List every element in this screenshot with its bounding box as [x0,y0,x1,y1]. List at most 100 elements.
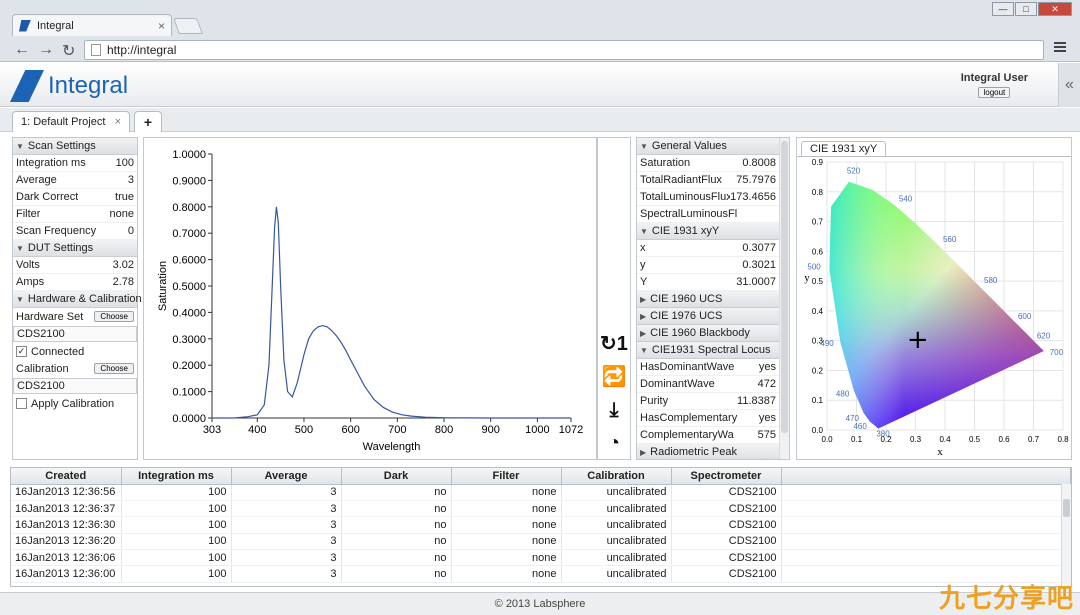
scan-setting-row: Integration ms 100 [13,155,137,172]
footer: © 2013 Labsphere [0,592,1080,615]
scan-setting-value: 100 [115,157,134,169]
table-cell: 3 [231,565,342,583]
tab-cie1931-xyy[interactable]: CIE 1931 xyY [801,141,887,157]
choose-hardware-button[interactable]: Choose [94,311,134,322]
choose-calibration-button[interactable]: Choose [94,363,134,374]
single-scan-icon[interactable]: ↻1 [598,328,630,361]
spectral-locus-value-row: HasDominantWave yes [637,359,779,376]
radiometric-peak-header[interactable]: ▶ Radiometric Peak [637,444,779,459]
table-cell: 16Jan2013 12:36:56 [11,484,122,501]
logout-button[interactable]: logout [978,87,1011,98]
connected-label: Connected [31,345,85,358]
general-value-value: 75.7976 [736,174,776,186]
scan-history-grid: Created Integration ms Average Dark Filter Ca… [10,467,1072,587]
y-tick-label: 0.3 [812,337,824,346]
connected-checkbox-row[interactable]: ✓ Connected [13,343,137,360]
table-row[interactable]: 16Jan2013 12:36:20 100 3 no none uncalibrated… [11,533,1071,551]
wavelength-label: 580 [984,276,998,285]
browser-tab[interactable]: Integral × [12,14,172,36]
download-icon[interactable]: ⤓ [598,394,630,427]
app-header [0,63,1080,107]
general-value-row: Saturation 0.8008 [637,155,779,172]
scan-setting-label: Average [16,174,57,186]
values-scroll-thumb[interactable] [781,141,788,433]
x-tick-label: 303 [203,424,221,436]
table-cell-filler [781,516,1071,534]
general-value-label: TotalRadiantFlux [640,174,722,186]
dut-settings-header[interactable]: ▼ DUT Settings [13,240,137,257]
general-values-list: Saturation 0.8008 TotalRadiantFlux 75.7976 T… [637,155,779,223]
column-header[interactable]: Calibration [561,468,672,485]
table-cell: uncalibrated [561,484,672,501]
scan-settings-header[interactable]: ▼ Scan Settings [13,138,137,155]
minimize-button[interactable]: — [992,2,1014,16]
connected-checkbox[interactable]: ✓ [16,346,27,357]
column-header[interactable]: Dark [341,468,452,485]
wavelength-label: 500 [807,263,821,272]
y-tick-label: 0.7 [812,218,824,227]
add-project-tab-button[interactable]: + [134,111,162,132]
table-row[interactable]: 16Jan2013 12:36:00 100 3 no none uncalibrated… [11,565,1071,583]
table-cell-filler [781,533,1071,551]
address-bar[interactable]: http://integral [84,40,1044,60]
values-scrollbar[interactable] [779,138,789,459]
table-cell: none [451,565,562,583]
close-window-button[interactable]: ✕ [1038,2,1072,16]
table-row[interactable]: 16Jan2013 12:36:37 100 3 no none uncalibrated… [11,500,1071,518]
new-tab-button[interactable] [173,18,203,34]
hardware-calibration-header[interactable]: ▼ Hardware & Calibration [13,291,142,308]
grid-scroll-thumb[interactable] [1063,499,1070,517]
general-values-header[interactable]: ▼ General Values [637,138,779,155]
y-tick-label: 0.3000 [172,334,206,346]
forward-icon[interactable]: → [38,41,54,59]
menu-icon[interactable] [1054,42,1066,54]
x-tick-label: 0.6 [998,435,1010,444]
column-header[interactable]: Average [231,468,342,485]
table-row[interactable]: 16Jan2013 12:36:30 100 3 no none uncalibrated… [11,516,1071,534]
cie1976-ucs-header[interactable]: ▶ CIE 1976 UCS [637,308,779,325]
x-axis-label: Wavelength [363,441,421,453]
table-cell-filler [781,500,1071,518]
cie1931-list: x 0.3077 y 0.3021 Y 31.0007 [637,240,779,291]
scan-setting-label: Dark Correct [16,191,79,203]
y-tick-label: 0.0 [812,426,824,435]
spectral-locus-value-value: yes [758,361,776,373]
column-header[interactable]: Filter [451,468,562,485]
tab-default-project[interactable]: 1: Default Project × [12,111,130,132]
spectral-locus-header[interactable]: ▼ CIE1931 Spectral Locus [637,342,779,359]
close-tab-icon[interactable]: × [158,19,165,33]
continuous-scan-icon[interactable]: 🔁 [598,361,630,394]
table-row[interactable]: 16Jan2013 12:36:06 100 3 no none uncalibrated… [11,549,1071,567]
column-header[interactable]: Created [11,468,122,485]
cie1960-blackbody-header[interactable]: ▶ CIE 1960 Blackbody [637,325,779,342]
close-project-tab-icon[interactable]: × [115,116,121,128]
y-tick-label: 0.8 [812,188,824,197]
table-cell: uncalibrated [561,533,672,551]
calibration-device-field: CDS2100 [13,378,137,394]
maximize-button[interactable]: □ [1015,2,1037,16]
y-axis-label: y [804,272,810,284]
table-row[interactable]: 16Jan2013 12:36:56 100 3 no none uncalibrated… [11,484,1071,501]
grid-scrollbar[interactable] [1061,484,1071,586]
collapse-panel-icon[interactable]: « [1058,63,1080,107]
reload-icon[interactable]: ↻ [62,41,75,61]
wavelength-label: 540 [899,194,913,203]
apply-calibration-label: Apply Calibration [31,397,115,410]
y-tick-label: 0.9 [812,158,824,167]
project-tab-label: 1: Default Project [21,116,106,128]
dut-settings-title: DUT Settings [27,242,94,254]
apply-calibration-checkbox[interactable] [16,398,27,409]
cie1960-ucs-header[interactable]: ▶ CIE 1960 UCS [637,291,779,308]
dark-scan-icon[interactable]: ◔ [598,427,630,460]
back-icon[interactable]: ← [14,41,30,59]
cie1931-header[interactable]: ▼ CIE 1931 xyY [637,223,779,240]
x-tick-label: 0.1 [851,435,863,444]
table-cell: 100 [121,484,232,501]
column-header[interactable]: Integration ms [121,468,232,485]
table-cell: CDS2100 [671,565,782,583]
spectral-locus-value-row: HasComplementary yes [637,410,779,427]
column-header[interactable]: Spectrometer [671,468,782,485]
spectral-locus-value-label: HasDominantWave [640,361,735,373]
apply-calibration-row[interactable]: Apply Calibration [13,395,137,412]
spectrum-line [212,206,571,419]
